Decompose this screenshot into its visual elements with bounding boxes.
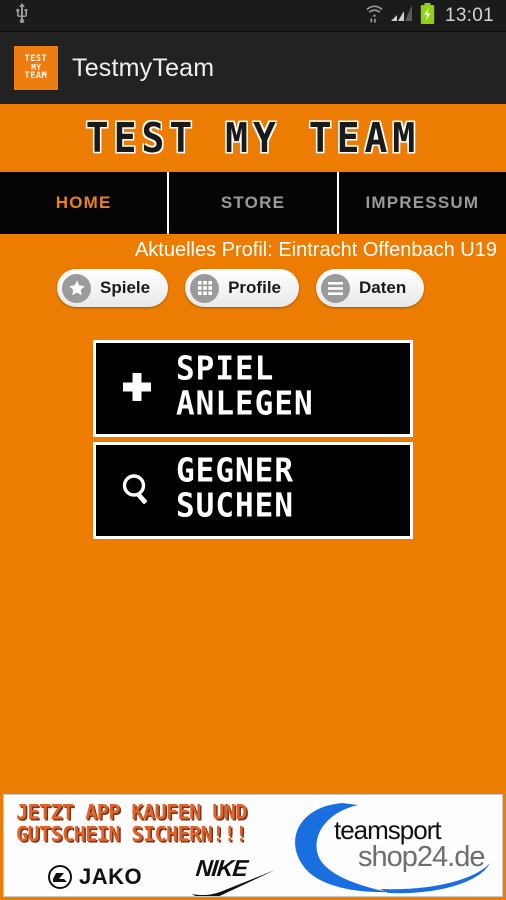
app-screen: 13:01 Test my Team TestmyTeam Test my Te… — [0, 0, 506, 900]
usb-icon — [14, 3, 30, 28]
star-icon — [62, 273, 91, 303]
gegner-suchen-label: Gegner suchen — [176, 452, 294, 526]
status-bar-clock: 13:01 — [444, 4, 494, 26]
pill-daten-label: Daten — [359, 278, 407, 297]
gegner-suchen-line1: Gegner — [176, 452, 294, 490]
category-pill-row: Spiele Profile Daten — [0, 266, 506, 307]
ad-headline-line2: Gutschein sichern!!! — [16, 822, 247, 847]
jako-mark-icon — [48, 865, 72, 889]
tab-home[interactable]: HOME — [0, 172, 170, 234]
status-bar: 13:01 — [0, 0, 506, 32]
search-icon — [116, 472, 158, 506]
ad-banner-container: Jetzt App kaufen und Gutschein sichern!!… — [0, 790, 506, 900]
pill-spiele-label: Spiele — [100, 278, 151, 297]
list-icon — [321, 273, 350, 303]
gegner-suchen-line2: suchen — [176, 487, 294, 526]
gegner-suchen-button[interactable]: Gegner suchen — [93, 441, 413, 539]
ad-brand-logos: JAKO NIKE — [48, 855, 276, 896]
hero-banner: Test my Team — [0, 104, 506, 172]
app-logo-line3: Team — [24, 71, 48, 81]
teamsportshop-word-bottom: shop24.de — [358, 841, 485, 873]
app-logo-icon: Test my Team — [14, 46, 58, 90]
plus-icon — [116, 370, 158, 404]
spiel-anlegen-button[interactable]: Spiel anlegen — [93, 340, 413, 437]
pill-profile[interactable]: Profile — [185, 269, 299, 307]
spiel-anlegen-line1: Spiel — [176, 350, 275, 389]
hero-banner-title: Test my Team — [85, 114, 421, 162]
jako-wordmark: JAKO — [79, 864, 143, 889]
pill-spiele[interactable]: Spiele — [57, 269, 169, 307]
spiel-anlegen-label: Spiel anlegen — [176, 350, 314, 424]
action-bar: Test my Team TestmyTeam — [0, 32, 506, 104]
pill-daten[interactable]: Daten — [316, 269, 425, 307]
current-profile-label: Aktuelles Profil: Eintracht Offenbach U1… — [134, 238, 497, 261]
teamsportshop-logo: teamsport shop24.de — [284, 797, 496, 896]
nav-tab-bar: HOME STORE IMPRESSUM — [0, 172, 506, 234]
jako-logo: JAKO — [48, 864, 142, 890]
wifi-icon — [365, 3, 384, 28]
cellular-signal-icon — [390, 4, 413, 27]
battery-charging-icon — [420, 2, 435, 29]
nike-logo: NIKE — [190, 855, 276, 896]
grid-icon — [190, 273, 220, 303]
primary-actions: Spiel anlegen Gegner suchen — [0, 307, 506, 539]
pill-profile-label: Profile — [228, 278, 281, 297]
ad-headline: Jetzt App kaufen und Gutschein sichern!!… — [16, 801, 247, 846]
tab-impressum[interactable]: IMPRESSUM — [339, 172, 506, 234]
spiel-anlegen-line2: anlegen — [176, 385, 314, 424]
nike-swoosh-icon — [192, 870, 276, 896]
status-bar-left — [14, 3, 30, 28]
ad-banner[interactable]: Jetzt App kaufen und Gutschein sichern!!… — [3, 794, 503, 897]
app-title: TestmyTeam — [72, 53, 215, 82]
tab-store[interactable]: STORE — [169, 172, 339, 234]
status-bar-right: 13:01 — [365, 2, 494, 29]
ad-headline-line1: Jetzt App kaufen und — [16, 800, 247, 824]
